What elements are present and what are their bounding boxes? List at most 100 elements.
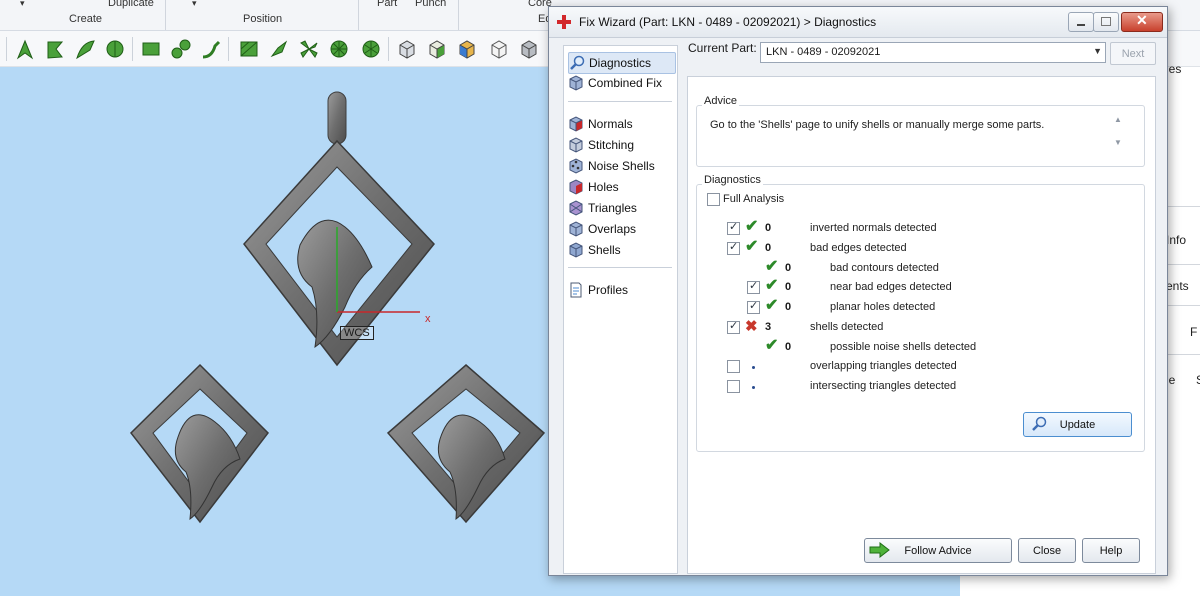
diag-label: bad contours detected [830,262,939,274]
diag-label: possible noise shells detected [830,341,977,353]
error-x-icon: ✖ [745,318,758,335]
wizard-nav: Diagnostics Combined Fix Normals Stitchi… [563,45,678,574]
nav-label: Shells [588,243,621,257]
nav-item-normals[interactable]: Normals [568,114,674,134]
check-ok-icon: ✔ [765,277,779,294]
intersecting-triangles-checkbox[interactable] [727,380,740,393]
nav-separator [568,267,672,268]
update-button[interactable]: Update [1023,412,1132,437]
right-panel-text: F [1190,325,1198,339]
cube-color-icon[interactable] [454,36,480,62]
nav-label: Noise Shells [588,159,655,173]
patch-icon[interactable] [266,36,292,62]
nav-item-noise-shells[interactable]: Noise Shells [568,156,674,176]
ribbon-dropdown-arrow-icon[interactable]: ▾ [192,0,197,9]
nav-item-holes[interactable]: Holes [568,177,674,197]
nav-item-profiles[interactable]: Profiles [568,280,674,300]
fix-wizard-dialog: Fix Wizard (Part: LKN - 0489 - 02092021)… [548,6,1168,576]
minimize-button[interactable] [1068,12,1094,32]
diag-label: intersecting triangles detected [810,380,957,392]
full-analysis-checkbox[interactable] [707,193,720,206]
diag-count: 0 [765,222,772,234]
stitching-cube-icon [569,137,583,153]
normals-cube-icon [569,116,583,132]
scroll-up-icon[interactable]: ▲ [1113,115,1123,124]
ribbon-group-position: Position [243,13,283,25]
nav-label: Holes [588,180,619,194]
nav-item-combined-fix[interactable]: Combined Fix [568,73,674,93]
bad-edges-checkbox[interactable] [727,240,740,255]
noise-shells-cube-icon [569,158,583,174]
follow-advice-button[interactable]: Follow Advice [864,538,1012,563]
wcs-label: WCS [340,326,374,340]
wheel-alt-icon[interactable] [358,36,384,62]
nav-label: Diagnostics [589,56,652,70]
ribbon-separator [358,0,359,30]
close-icon: ✕ [1136,12,1148,28]
nav-item-overlaps[interactable]: Overlaps [568,219,674,239]
cube-outline-icon[interactable] [486,36,512,62]
flag-icon[interactable] [42,36,68,62]
ribbon-dropdown-arrow-icon[interactable]: ▾ [20,0,25,9]
full-analysis-label: Full Analysis [723,193,785,205]
rect-tool-icon[interactable] [138,36,164,62]
update-label: Update [1059,418,1096,431]
diag-label: overlapping triangles detected [810,360,957,372]
magnifier-icon [1032,416,1047,431]
diag-label: inverted normals detected [810,222,937,234]
current-part-select[interactable]: LKN - 0489 - 02092021 ▼ [760,42,1106,63]
nav-item-stitching[interactable]: Stitching [568,135,674,155]
axis-x-label: x [425,313,431,325]
pending-dot-icon [752,366,755,369]
advice-scrollbar[interactable]: ▲ ▼ [1113,115,1123,155]
curve-sweep-icon[interactable] [198,36,224,62]
close-window-button[interactable]: ✕ [1121,12,1163,32]
dialog-titlebar[interactable]: Fix Wizard (Part: LKN - 0489 - 02092021)… [549,7,1167,38]
ribbon-punch[interactable]: Punch [415,0,446,9]
curve-join-icon[interactable] [168,36,194,62]
check-ok-icon: ✔ [765,258,779,275]
nav-label: Profiles [588,283,629,297]
diag-count: 0 [785,301,792,313]
diagnostics-panel: Advice Go to the 'Shells' page to unify … [687,76,1156,574]
right-panel-text: ents [1166,279,1189,293]
arrow-select-icon[interactable] [12,36,38,62]
help-button[interactable]: Help [1082,538,1140,563]
right-panel-text: les [1166,62,1182,76]
ribbon-separator [458,0,459,30]
nav-item-shells[interactable]: Shells [568,240,674,260]
scroll-down-icon[interactable]: ▼ [1113,138,1123,147]
nav-item-triangles[interactable]: Triangles [568,198,674,218]
toolbar-separator [132,37,133,61]
advice-group-label: Advice [702,95,740,107]
circle-tool-icon[interactable] [102,36,128,62]
nav-label: Stitching [588,138,635,152]
check-ok-icon: ✔ [745,238,759,255]
cube-green-icon[interactable] [424,36,450,62]
ribbon-duplicate[interactable]: Duplicate [108,0,154,9]
nav-item-diagnostics[interactable]: Diagnostics [568,52,676,74]
near-bad-edges-checkbox[interactable] [747,279,760,294]
diag-count: 0 [785,262,792,274]
next-button[interactable]: Next [1110,42,1156,65]
diag-label: shells detected [810,321,884,333]
right-panel-divider [1166,354,1200,355]
nav-label: Normals [588,117,633,131]
cube-shaded-icon[interactable] [516,36,542,62]
overlapping-triangles-checkbox[interactable] [727,360,740,373]
diag-count: 0 [765,242,772,254]
right-panel-divider [1166,264,1200,265]
current-part-value: LKN - 0489 - 02092021 [766,46,881,58]
curve-icon[interactable] [72,36,98,62]
close-button[interactable]: Close [1018,538,1076,563]
ribbon-part[interactable]: Part [377,0,397,9]
planar-holes-checkbox[interactable] [747,299,760,314]
maximize-button[interactable] [1093,12,1119,32]
nav-label: Combined Fix [588,76,663,90]
inverted-normals-checkbox[interactable] [727,220,740,235]
fan-icon[interactable] [296,36,322,62]
mesh-icon[interactable] [236,36,262,62]
wheel-icon[interactable] [326,36,352,62]
shells-checkbox[interactable] [727,319,740,334]
cube-icon[interactable] [394,36,420,62]
